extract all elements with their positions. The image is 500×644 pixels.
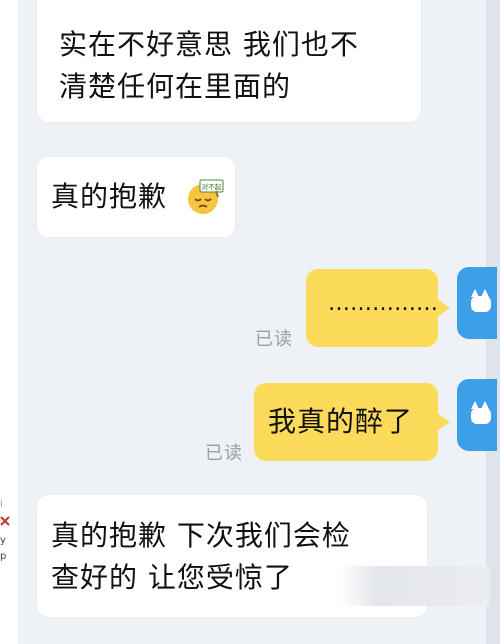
svg-text:i: i [0, 499, 3, 510]
message-text: 我真的醉了 [268, 405, 414, 438]
blurred-watermark [340, 566, 490, 606]
svg-text:p: p [0, 551, 6, 562]
read-status: 已读 [205, 443, 243, 464]
cropped-avatar-fragment-icon: i y p [0, 499, 10, 562]
read-status: 已读 [255, 329, 293, 350]
outgoing-message-bubble[interactable]: 我真的醉了 [254, 383, 450, 461]
cat-avatar-icon [471, 289, 491, 312]
message-text: 真的抱歉 [51, 180, 168, 213]
bubble-tail [437, 413, 450, 431]
svg-text:y: y [0, 535, 6, 546]
self-avatar-icon[interactable] [457, 267, 497, 339]
apology-sign-emoji-icon: 对不起 [188, 179, 224, 214]
bubble-tail [437, 299, 450, 317]
self-avatar-icon[interactable] [457, 379, 497, 451]
message-text: …………… [328, 291, 438, 316]
incoming-message-bubble[interactable]: 实在不好意思 我们也不 清楚任何在里面的 [37, 0, 421, 122]
message-text: 实在不好意思 我们也不 清楚任何在里面的 [59, 28, 359, 103]
emoji-sign-text: 对不起 [202, 182, 222, 191]
cat-avatar-icon [471, 401, 491, 424]
incoming-message-bubble[interactable]: 真的抱歉 对不起 [37, 157, 235, 237]
outgoing-message-bubble[interactable]: …………… [306, 269, 450, 347]
